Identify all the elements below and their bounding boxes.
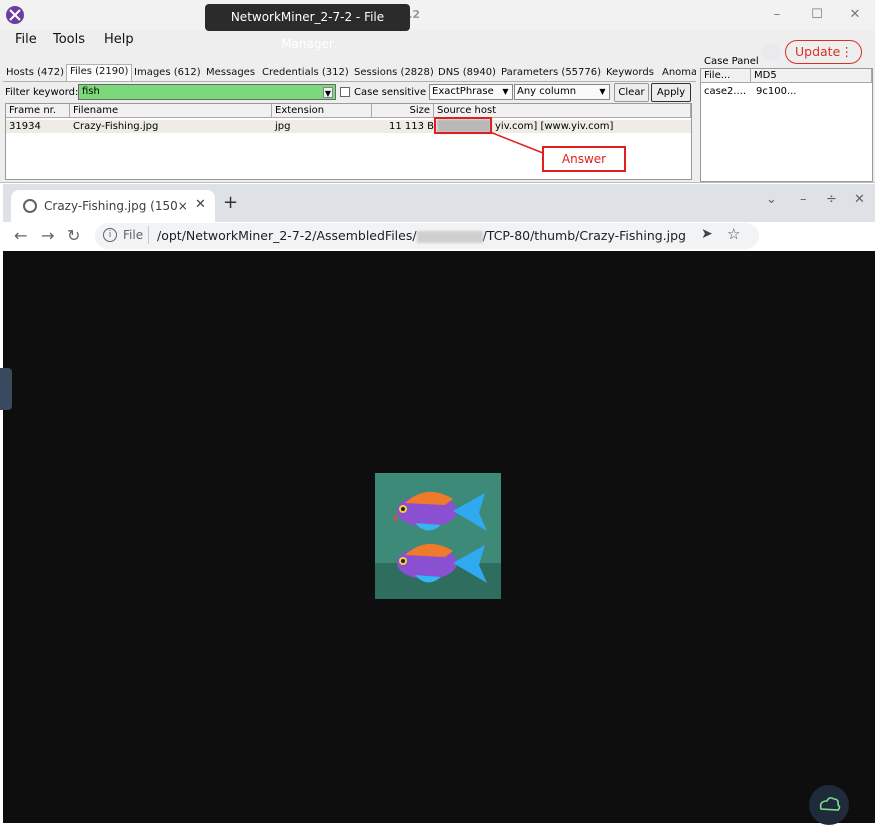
reload-icon[interactable]: ↻ — [67, 226, 80, 245]
update-label: Update — [795, 44, 841, 59]
cell-size: 11 113 B — [389, 121, 435, 132]
filter-keyword-value: fish — [82, 86, 100, 97]
filter-row: Filter keyword: fish ▼ Case sensitive Ex… — [3, 82, 696, 102]
cell-filename: Crazy-Fishing.jpg — [73, 121, 159, 132]
networkminer-window: er 2.7.2 – ☐ ✕ NetworkMiner_2-7-2 - File… — [0, 0, 875, 183]
cell-case-md5[interactable]: 9c100... — [753, 85, 796, 98]
close-icon[interactable]: ✕ — [854, 192, 865, 207]
menu-help[interactable]: Help — [104, 32, 134, 47]
tab-keywords[interactable]: Keywords — [603, 66, 657, 81]
menu-tools[interactable]: Tools — [53, 32, 85, 47]
url-suffix: /TCP-80/thumb/Crazy-Fishing.jpg — [482, 228, 686, 243]
tab-hosts[interactable]: Hosts (472) — [3, 66, 67, 81]
send-icon[interactable]: ➤ — [701, 226, 713, 242]
cell-case-file[interactable]: case2.... — [701, 85, 746, 98]
column-select[interactable]: Any column ▼ — [514, 84, 610, 100]
tab-credentials[interactable]: Credentials (312) — [259, 66, 352, 81]
tab-title: Crazy-Fishing.jpg (150×15( — [44, 199, 189, 213]
cell-source-host: yiv.com] [www.yiv.com] — [495, 121, 614, 132]
tab-strip: Hosts (472) Files (2190) Images (612) Me… — [3, 64, 696, 82]
restore-icon[interactable]: ÷ — [826, 192, 837, 207]
profile-icon[interactable] — [762, 43, 780, 61]
clear-button[interactable]: Clear — [614, 83, 649, 102]
back-arrow-icon[interactable]: ← — [14, 226, 27, 245]
cell-frame: 31934 — [9, 121, 41, 132]
menu-file[interactable]: File — [15, 32, 37, 47]
match-type-select[interactable]: ExactPhrase ▼ — [429, 84, 513, 100]
url-divider — [148, 226, 149, 244]
title-bar: er 2.7.2 – ☐ ✕ — [0, 0, 875, 30]
close-icon[interactable]: ✕ — [846, 6, 864, 24]
col-size[interactable]: Size — [372, 104, 434, 118]
maximize-icon[interactable]: ☐ — [808, 6, 826, 24]
case-table: File... MD5 case2.... 9c100... — [700, 68, 873, 182]
tab-images[interactable]: Images (612) — [131, 66, 204, 81]
tab-dns[interactable]: DNS (8940) — [435, 66, 499, 81]
chevron-down-icon[interactable]: ▼ — [323, 87, 333, 98]
new-tab-icon[interactable]: + — [223, 192, 238, 213]
case-sensitive-checkbox[interactable] — [340, 87, 350, 97]
col-frame[interactable]: Frame nr. — [6, 104, 70, 118]
info-icon[interactable]: i — [103, 228, 117, 242]
match-type-value: ExactPhrase — [432, 86, 494, 97]
browser-tab[interactable]: Crazy-Fishing.jpg (150×15( ✕ — [11, 190, 215, 222]
forward-arrow-icon[interactable]: → — [41, 226, 54, 245]
update-button[interactable]: Update ⋮ — [785, 40, 862, 64]
column-value: Any column — [517, 86, 577, 97]
address-bar[interactable]: i File /opt/NetworkMiner_2-7-2/Assembled… — [95, 223, 759, 249]
side-panel-handle[interactable] — [0, 368, 12, 410]
col-extension[interactable]: Extension — [272, 104, 372, 118]
minimize-icon[interactable]: – — [800, 192, 807, 207]
answer-label: Answer — [542, 146, 626, 172]
filter-keyword-label: Filter keyword: — [5, 87, 79, 98]
tab-files[interactable]: Files (2190) — [66, 64, 133, 81]
kebab-menu-icon[interactable]: ⋮ — [841, 41, 854, 63]
menu-bar: File Tools Help — [0, 30, 875, 52]
url-text: /opt/NetworkMiner_2-7-2/AssembledFiles/ /… — [157, 228, 686, 243]
case-panel-title: Case Panel — [704, 56, 759, 67]
tab-messages[interactable]: Messages — [203, 66, 258, 81]
redacted-url-segment — [416, 230, 483, 243]
chat-cloud-icon[interactable] — [809, 785, 849, 825]
case-sensitive-label: Case sensitive — [354, 87, 427, 98]
networkminer-logo-icon — [6, 6, 24, 24]
col-file[interactable]: File... — [701, 69, 751, 83]
chevron-down-icon[interactable]: ⌄ — [766, 192, 777, 207]
answer-highlight-box — [434, 117, 492, 134]
filter-keyword-input[interactable]: fish ▼ — [78, 84, 336, 100]
col-md5[interactable]: MD5 — [751, 69, 872, 83]
tab-sessions[interactable]: Sessions (2828) — [351, 66, 437, 81]
cell-extension: jpg — [275, 121, 291, 132]
browser-toolbar: ← → ↻ i File /opt/NetworkMiner_2-7-2/Ass… — [3, 222, 875, 251]
crazy-fishing-image — [375, 473, 501, 599]
browser-tab-bar: Crazy-Fishing.jpg (150×15( ✕ + ⌄ – ÷ ✕ — [3, 184, 875, 222]
chevron-down-icon: ▼ — [502, 87, 509, 96]
apply-button[interactable]: Apply — [651, 83, 691, 102]
close-tab-icon[interactable]: ✕ — [195, 197, 206, 212]
chevron-down-icon: ▼ — [599, 87, 606, 96]
url-scheme: File — [123, 228, 144, 242]
tab-anomalies[interactable]: Anoma — [659, 66, 696, 81]
url-prefix: /opt/NetworkMiner_2-7-2/AssembledFiles/ — [157, 228, 417, 243]
col-filename[interactable]: Filename — [70, 104, 272, 118]
tab-parameters[interactable]: Parameters (55776) — [498, 66, 604, 81]
minimize-icon[interactable]: – — [768, 6, 786, 24]
globe-icon — [23, 199, 37, 213]
window-tooltip: NetworkMiner_2-7-2 - File Manager — [205, 4, 410, 51]
star-icon[interactable]: ☆ — [727, 225, 740, 243]
col-source-host[interactable]: Source host — [434, 104, 691, 118]
case-panel: Case Panel File... MD5 case2.... 9c100..… — [698, 56, 875, 182]
